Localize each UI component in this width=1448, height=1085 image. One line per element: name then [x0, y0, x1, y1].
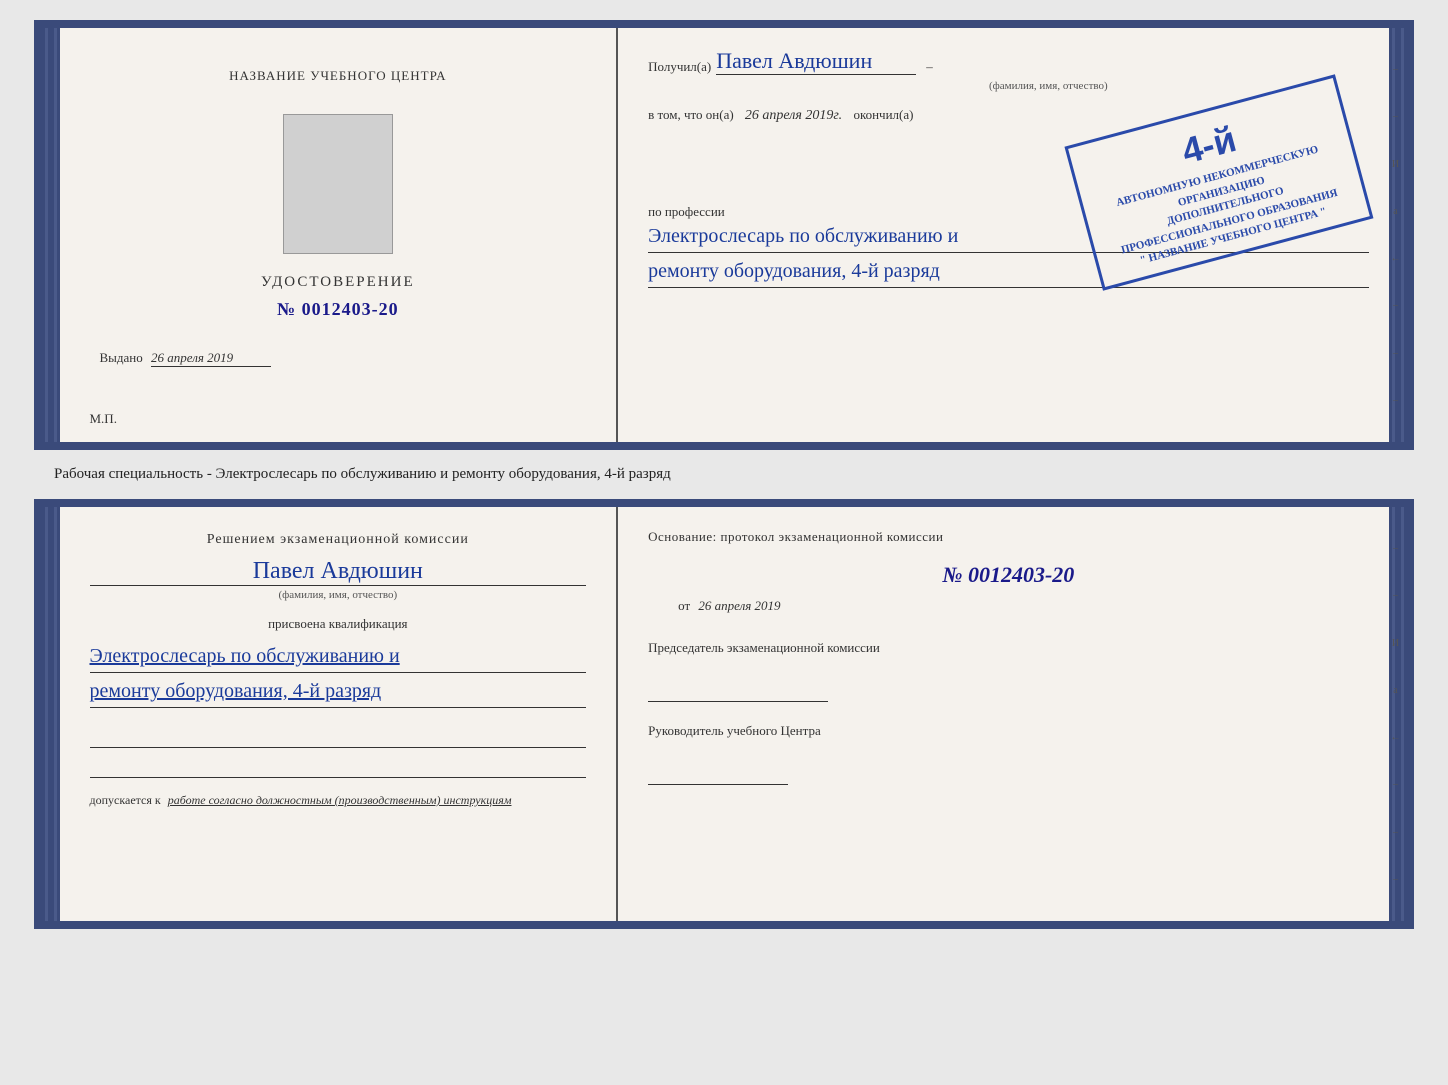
page-wrapper: НАЗВАНИЕ УЧЕБНОГО ЦЕНТРА УДОСТОВЕРЕНИЕ №…	[20, 20, 1428, 929]
date-label: в том, что он(а)	[648, 107, 734, 122]
assigned-qual: присвоена квалификация	[90, 616, 587, 632]
right-edge-top: – – И а ← – – –	[1389, 28, 1403, 442]
from-date-value: 26 апреля 2019	[698, 598, 780, 613]
spine-top	[42, 28, 60, 442]
chairman-title: Председатель экзаменационной комиссии	[648, 639, 1368, 657]
from-date: от 26 апреля 2019	[678, 598, 1368, 614]
name-subtitle-bottom: (фамилия, имя, отчество)	[90, 589, 587, 601]
spine-top-bottom	[42, 507, 60, 921]
director-section: Руководитель учебного Центра	[648, 722, 1368, 785]
qual-line2: ремонту оборудования, 4-й разряд	[90, 675, 587, 708]
issued-label: Выдано	[100, 350, 143, 365]
dash1: –	[926, 59, 933, 75]
profession-line2: ремонту оборудования, 4-й разряд	[648, 255, 1368, 288]
chairman-sig-line	[648, 682, 828, 702]
bottom-right-panel: Основание: протокол экзаменационной коми…	[618, 507, 1388, 921]
top-left-panel: НАЗВАНИЕ УЧЕБНОГО ЦЕНТРА УДОСТОВЕРЕНИЕ №…	[60, 28, 619, 442]
middle-text: Рабочая специальность - Электрослесарь п…	[34, 460, 1414, 489]
allowed-value: работе согласно должностным (производств…	[168, 793, 512, 807]
person-name-bottom: Павел Авдюшин	[90, 558, 587, 586]
right-edge-bottom: – – И а ← – – –	[1389, 507, 1403, 921]
finished-label: окончил(а)	[853, 107, 913, 122]
basis-title: Основание: протокол экзаменационной коми…	[648, 527, 1368, 547]
sig-line-2	[90, 753, 587, 778]
photo-placeholder	[283, 114, 393, 254]
top-left-title: НАЗВАНИЕ УЧЕБНОГО ЦЕНТРА	[229, 68, 446, 84]
director-sig-line	[648, 765, 788, 785]
issued-line: Выдано 26 апреля 2019	[100, 350, 272, 367]
from-label: от	[678, 598, 690, 613]
top-document: НАЗВАНИЕ УЧЕБНОГО ЦЕНТРА УДОСТОВЕРЕНИЕ №…	[34, 20, 1414, 450]
allowed-text: допускается к работе согласно должностны…	[90, 793, 587, 808]
qual-lines: Электрослесарь по обслуживанию и ремонту…	[90, 640, 587, 708]
bottom-document: Решением экзаменационной комиссии Павел …	[34, 499, 1414, 929]
profession-label: по профессии	[648, 204, 725, 219]
signature-lines	[90, 723, 587, 778]
qual-line1: Электрослесарь по обслуживанию и	[90, 640, 587, 673]
commission-title: Решением экзаменационной комиссии	[90, 532, 587, 548]
top-right-panel: Получил(а) Павел Авдюшин – (фамилия, имя…	[618, 28, 1388, 442]
allowed-prefix: допускается к	[90, 793, 161, 807]
received-label: Получил(а)	[648, 59, 711, 75]
sig-line-1	[90, 723, 587, 748]
bottom-left-panel: Решением экзаменационной комиссии Павел …	[60, 507, 619, 921]
cert-number: № 0012403-20	[277, 299, 399, 320]
protocol-number: № 0012403-20	[648, 562, 1368, 588]
cert-title: УДОСТОВЕРЕНИЕ	[261, 274, 415, 291]
date-value: 26 апреля 2019г.	[745, 108, 842, 123]
chairman-section: Председатель экзаменационной комиссии	[648, 639, 1368, 702]
mp-label: М.П.	[90, 411, 117, 427]
issued-date: 26 апреля 2019	[151, 350, 271, 367]
received-line: Получил(а) Павел Авдюшин –	[648, 48, 1368, 75]
director-title: Руководитель учебного Центра	[648, 722, 1368, 740]
person-name-top: Павел Авдюшин	[716, 48, 916, 75]
